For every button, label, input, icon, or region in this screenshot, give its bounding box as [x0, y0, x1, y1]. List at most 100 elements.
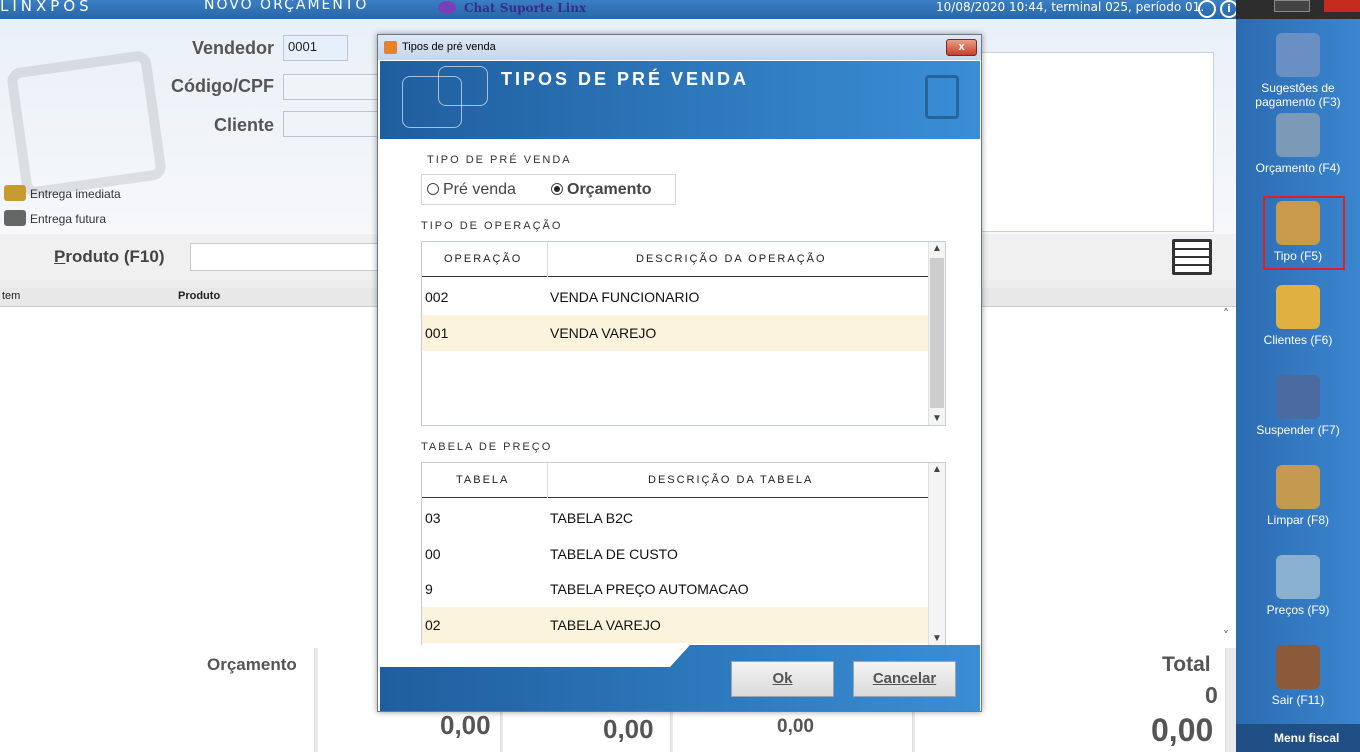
orcamento-cell: Orçamento [0, 648, 315, 752]
close-window-button[interactable] [1324, 0, 1360, 12]
dialog-heading: Tipos de pré venda [501, 69, 750, 89]
orcamento-button[interactable]: Orçamento (F4) [1236, 113, 1360, 175]
truck-icon [4, 210, 26, 226]
operation-code: 002 [425, 289, 449, 305]
chat-status-icon[interactable] [1198, 0, 1216, 18]
operation-desc: VENDA VAREJO [550, 325, 657, 341]
dialog-banner: Tipos de pré venda [380, 61, 980, 139]
radio-pre-venda-label: Pré venda [443, 181, 516, 198]
calculator-icon [1276, 113, 1320, 157]
ok-button[interactable]: Ok [731, 661, 834, 697]
grid-scrollbar[interactable]: ˄ ˅ [1218, 307, 1234, 647]
notes-panel[interactable] [980, 52, 1214, 232]
scroll-up-icon[interactable]: ▲ [932, 464, 942, 475]
broom-icon [1276, 465, 1320, 509]
operations-scrollbar[interactable]: ▲ ▼ [928, 242, 945, 425]
operation-code: 001 [425, 325, 449, 341]
minimize-button[interactable] [1274, 0, 1310, 12]
suspender-button[interactable]: Suspender (F7) [1236, 375, 1360, 437]
price-table-scrollbar[interactable]: ▲ ▼ [928, 463, 945, 645]
page-title: Novo orçamento [204, 0, 369, 13]
chat-support-link[interactable]: Chat Suporte Linx [438, 1, 586, 15]
sugestoes-pagamento-label: Sugestões de pagamento (F3) [1255, 81, 1341, 109]
dialog-footer: Ok Cancelar [380, 645, 980, 711]
codigo-cpf-input[interactable] [283, 74, 383, 100]
price-table: Tabela Descrição da tabela 03 TABELA B2C… [421, 462, 946, 646]
vendedor-label: Vendedor [191, 38, 274, 58]
table-row[interactable]: 02 TABELA VAREJO [422, 607, 928, 643]
entrega-imediata-label: Entrega imediata [30, 187, 121, 201]
total-value: 0,00 [1151, 712, 1214, 748]
col-produto: Produto [178, 290, 221, 302]
value-2: 0,00 [603, 714, 654, 744]
menu-fiscal-button[interactable]: Menu fiscal [1236, 724, 1360, 752]
table-code: 03 [425, 510, 441, 526]
clientes-button[interactable]: Clientes (F6) [1236, 285, 1360, 347]
card-icon [1276, 33, 1320, 77]
header-separator [547, 463, 548, 498]
codigo-cpf-label: Código/CPF [171, 76, 274, 96]
table-row[interactable]: 001 VENDA VAREJO [422, 315, 928, 351]
total-label: Total [1162, 653, 1211, 676]
suspender-label: Suspender (F7) [1256, 423, 1340, 437]
radio-pre-venda[interactable]: Pré venda [427, 181, 516, 199]
entrega-futura-option[interactable]: Entrega futura [4, 210, 106, 226]
tipo-selection-highlight [1263, 196, 1345, 270]
limpar-button[interactable]: Limpar (F8) [1236, 465, 1360, 527]
scroll-thumb[interactable] [930, 258, 944, 408]
table-desc: TABELA B2C [550, 510, 634, 526]
disc-box-icon [1276, 375, 1320, 419]
produto-label-hotkey: P [54, 247, 66, 266]
scroll-up-icon[interactable]: ˄ [1218, 307, 1234, 321]
section-tabela-preco: Tabela de preço [421, 441, 553, 453]
radio-orcamento[interactable]: Orçamento [551, 181, 651, 199]
col-descricao-tabela: Descrição da tabela [648, 474, 814, 486]
entrega-imediata-option[interactable]: Entrega imediata [4, 185, 121, 201]
magnifier-icon [1276, 555, 1320, 599]
precos-button[interactable]: Preços (F9) [1236, 555, 1360, 617]
vendedor-input[interactable]: 0001 [283, 35, 348, 61]
sugestoes-pagamento-button[interactable]: Sugestões de pagamento (F3) [1236, 33, 1360, 109]
col-tabela: Tabela [456, 474, 510, 486]
price-table-header: Tabela Descrição da tabela [422, 463, 928, 498]
cliente-input[interactable] [283, 111, 383, 137]
operation-desc: VENDA FUNCIONARIO [550, 289, 700, 305]
entrega-futura-label: Entrega futura [30, 212, 107, 226]
chat-support-label: Chat Suporte Linx [464, 1, 587, 15]
table-code: 02 [425, 617, 441, 633]
produto-input[interactable] [190, 243, 380, 271]
table-desc: TABELA VAREJO [550, 617, 661, 633]
box-hand-icon [4, 185, 26, 201]
table-row[interactable]: 03 TABELA B2C [422, 500, 928, 536]
value-3: 0,00 [777, 716, 814, 737]
dialog-close-button[interactable]: x [946, 39, 977, 56]
col-item: tem [2, 290, 21, 302]
table-row[interactable]: 9 TABELA PREÇO AUTOMACAO [422, 571, 928, 607]
menu-fiscal-label: Menu fiscal [1274, 731, 1340, 745]
exit-door-icon [1276, 645, 1320, 689]
top-bar: LINXPOS Novo orçamento Chat Suporte Linx… [0, 0, 1238, 19]
section-tipo-pre-venda: Tipo de pré venda [427, 154, 572, 166]
scroll-up-icon[interactable]: ▲ [932, 243, 942, 254]
tipos-pre-venda-dialog: Tipos de pré venda x Tipos de pré venda … [377, 34, 982, 712]
total-count: 0 [1205, 682, 1218, 708]
table-row[interactable]: 002 VENDA FUNCIONARIO [422, 279, 928, 315]
dialog-window-title: Tipos de pré venda [402, 41, 496, 53]
cliente-label: Cliente [213, 115, 274, 135]
scroll-down-icon[interactable]: ▼ [932, 633, 942, 644]
precos-label: Preços (F9) [1266, 603, 1330, 617]
dialog-app-icon [384, 41, 397, 54]
table-row[interactable]: 00 TABELA DE CUSTO [422, 536, 928, 572]
cancel-button[interactable]: Cancelar [853, 661, 956, 697]
operations-table-header: Operação Descrição da operação [422, 242, 928, 277]
clipboard-icon [925, 75, 959, 119]
table-desc: TABELA PREÇO AUTOMACAO [550, 581, 749, 597]
scroll-down-icon[interactable]: ˅ [1218, 629, 1234, 643]
value-1: 0,00 [440, 710, 491, 740]
scroll-down-icon[interactable]: ▼ [932, 413, 942, 424]
document-edit-icon[interactable] [1172, 239, 1212, 275]
operations-table: Operação Descrição da operação 002 VENDA… [421, 241, 946, 426]
radio-off-icon [427, 183, 439, 195]
sair-button[interactable]: Sair (F11) [1236, 645, 1360, 707]
banner-decor-shape [438, 66, 488, 106]
